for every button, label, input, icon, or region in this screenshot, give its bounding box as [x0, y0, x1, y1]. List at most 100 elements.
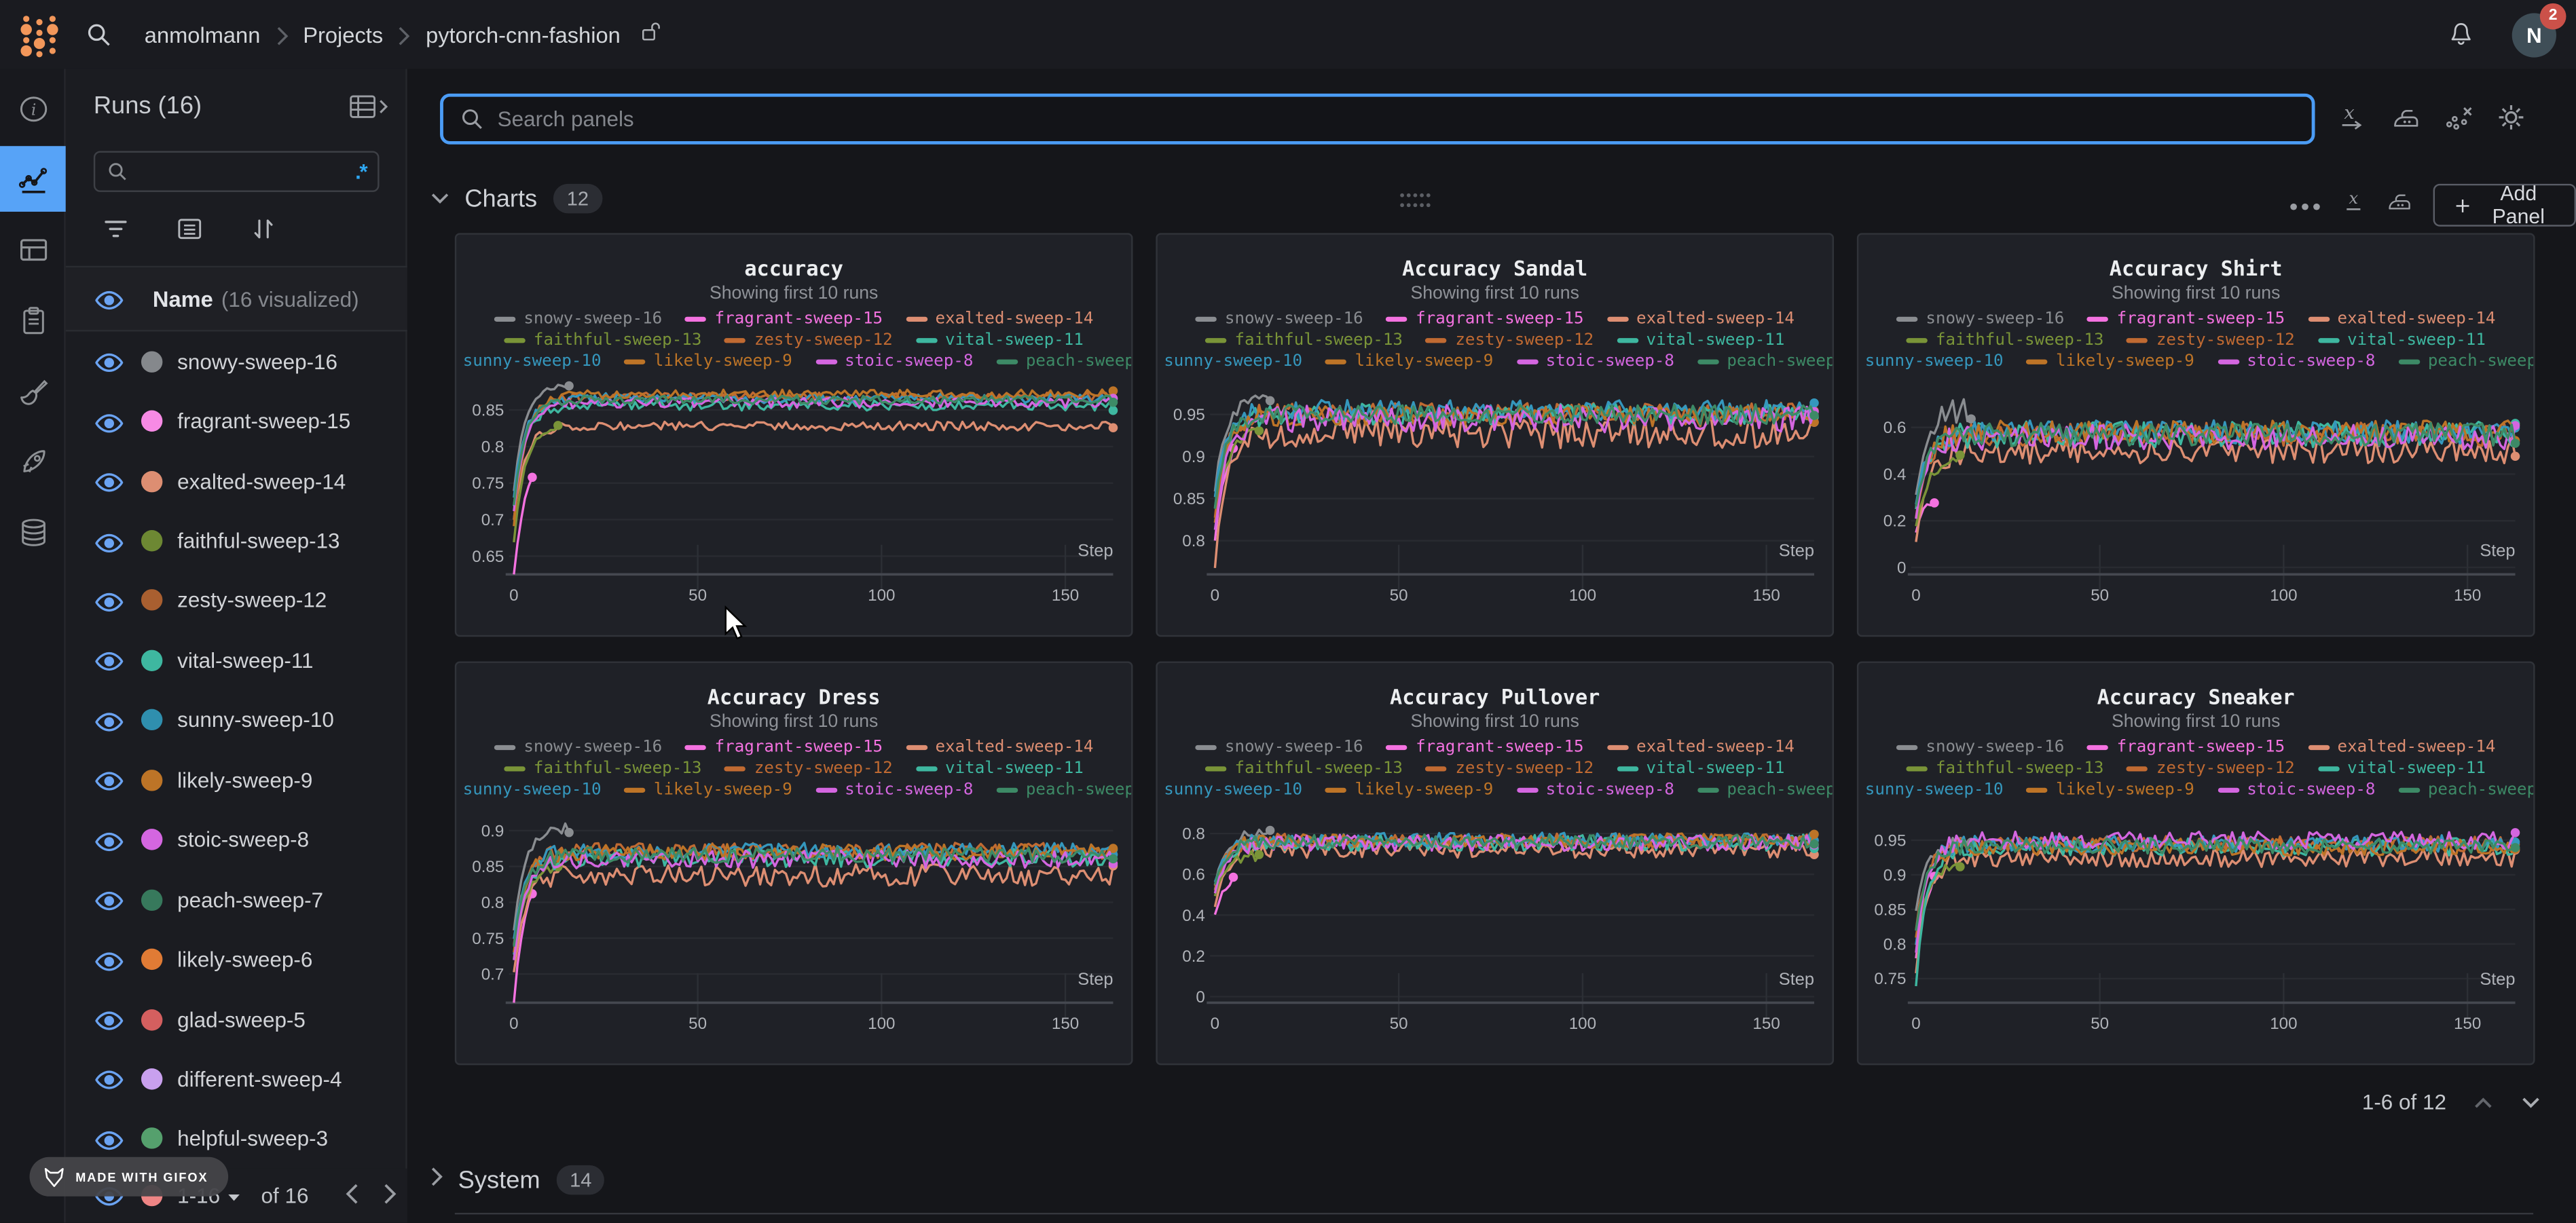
run-name[interactable]: glad-sweep-5	[177, 1007, 306, 1032]
rail-item-workspace[interactable]	[0, 146, 66, 212]
run-name[interactable]: exalted-sweep-14	[177, 469, 346, 493]
run-row[interactable]: vital-sweep-11	[66, 631, 407, 690]
breadcrumb-project[interactable]: pytorch-cnn-fashion	[426, 22, 621, 47]
page-down-icon[interactable]	[2520, 1090, 2541, 1114]
more-options-icon[interactable]	[2289, 190, 2321, 220]
charts-section-label[interactable]: Charts	[464, 185, 537, 212]
rail-item-launch[interactable]	[0, 428, 66, 494]
chart-legend: snowy-sweep-16fragrant-sweep-15exalted-s…	[1158, 737, 1833, 801]
run-name[interactable]: snowy-sweep-16	[177, 349, 337, 373]
chart-plot[interactable]: 0.650.70.750.80.85050100150Step	[456, 374, 1131, 620]
run-name[interactable]: stoic-sweep-8	[177, 827, 309, 852]
chart-plot[interactable]: 0.80.850.90.95050100150Step	[1158, 374, 1833, 620]
rail-item-reports[interactable]	[0, 287, 66, 353]
visibility-toggle-icon[interactable]	[95, 352, 123, 371]
runs-column-name[interactable]: Name	[153, 286, 213, 311]
chart-panel[interactable]: Accuracy SneakerShowing first 10 runssno…	[1857, 661, 2535, 1065]
chart-plot[interactable]: 0.70.750.80.850.9050100150Step	[456, 802, 1131, 1049]
chart-plot[interactable]: 00.20.40.60.8050100150Step	[1158, 802, 1833, 1049]
prev-page-icon[interactable]	[345, 1182, 360, 1209]
section-smoothing-icon[interactable]	[2385, 189, 2413, 221]
outliers-icon[interactable]	[2443, 102, 2474, 133]
run-row[interactable]: snowy-sweep-16	[66, 331, 407, 391]
sort-icon[interactable]	[250, 215, 278, 251]
run-row[interactable]: faithful-sweep-13	[66, 511, 407, 571]
regex-toggle[interactable]: .*	[355, 159, 366, 184]
notifications-bell-icon[interactable]	[2446, 20, 2476, 50]
visibility-toggle-icon[interactable]	[95, 590, 123, 610]
breadcrumb-projects[interactable]: Projects	[303, 22, 383, 47]
rail-item-overview[interactable]: i	[0, 75, 66, 141]
run-row[interactable]: likely-sweep-6	[66, 930, 407, 990]
filter-icon[interactable]	[102, 215, 130, 251]
run-row[interactable]: exalted-sweep-14	[66, 451, 407, 511]
run-row[interactable]: likely-sweep-9	[66, 750, 407, 810]
visibility-toggle-icon[interactable]	[95, 770, 123, 790]
run-name[interactable]: zesty-sweep-12	[177, 588, 327, 613]
run-name[interactable]: faithful-sweep-13	[177, 529, 339, 553]
run-name[interactable]: fragrant-sweep-15	[177, 409, 350, 433]
global-search-icon[interactable]	[86, 21, 112, 48]
run-row[interactable]: peach-sweep-7	[66, 869, 407, 929]
visibility-toggle-icon[interactable]	[95, 1069, 123, 1089]
svg-text:0: 0	[1911, 1015, 1920, 1033]
visibility-toggle-icon[interactable]	[95, 949, 123, 969]
chart-panel[interactable]: Accuracy SandalShowing first 10 runssnow…	[1156, 233, 1834, 637]
visibility-all-icon[interactable]	[95, 289, 123, 309]
section-x-axis-icon[interactable]: x	[2341, 189, 2366, 221]
run-color-dot	[141, 530, 162, 551]
run-name[interactable]: helpful-sweep-3	[177, 1127, 328, 1151]
visibility-toggle-icon[interactable]	[95, 411, 123, 431]
rail-item-sweeps[interactable]	[0, 358, 66, 424]
panel-search-input[interactable]	[498, 107, 2296, 131]
section-drag-handle-icon[interactable]	[1399, 189, 1431, 219]
runs-search-input[interactable]	[138, 160, 355, 183]
run-name[interactable]: likely-sweep-6	[177, 947, 312, 971]
run-row[interactable]: different-sweep-4	[66, 1049, 407, 1109]
visibility-toggle-icon[interactable]	[95, 711, 123, 730]
add-panel-button[interactable]: Add Panel	[2433, 184, 2576, 227]
legend-swatch-icon	[1195, 745, 1216, 750]
visibility-toggle-icon[interactable]	[95, 1129, 123, 1148]
run-name[interactable]: likely-sweep-9	[177, 768, 312, 792]
visibility-toggle-icon[interactable]	[95, 531, 123, 550]
expand-runs-table-icon[interactable]	[346, 92, 390, 130]
chart-plot[interactable]: 0.750.80.850.90.95050100150Step	[1858, 802, 2533, 1049]
system-section-label[interactable]: System	[458, 1166, 540, 1194]
chart-panel[interactable]: Accuracy PulloverShowing first 10 runssn…	[1156, 661, 1834, 1065]
visibility-toggle-icon[interactable]	[95, 471, 123, 491]
group-list-icon[interactable]	[176, 215, 204, 251]
legend-swatch-icon	[504, 766, 525, 772]
run-row[interactable]: stoic-sweep-8	[66, 810, 407, 869]
chart-plot[interactable]: 00.20.40.6050100150Step	[1858, 374, 2533, 620]
chevron-down-icon[interactable]	[227, 1183, 242, 1207]
smoothing-iron-icon[interactable]	[2391, 102, 2422, 133]
legend-swatch-icon	[2398, 787, 2419, 793]
breadcrumb-user[interactable]: anmolmann	[145, 22, 261, 47]
chart-panel[interactable]: accuracyShowing first 10 runssnowy-sweep…	[455, 233, 1133, 637]
run-row[interactable]: zesty-sweep-12	[66, 571, 407, 631]
visibility-toggle-icon[interactable]	[95, 1009, 123, 1029]
next-page-icon[interactable]	[382, 1182, 397, 1209]
visibility-toggle-icon[interactable]	[95, 830, 123, 850]
visibility-toggle-icon[interactable]	[95, 651, 123, 671]
run-name[interactable]: different-sweep-4	[177, 1067, 342, 1091]
run-name[interactable]: sunny-sweep-10	[177, 708, 334, 732]
wandb-logo-icon[interactable]	[16, 12, 62, 58]
settings-gear-icon[interactable]	[2496, 102, 2527, 133]
chevron-right-icon[interactable]	[430, 1165, 443, 1195]
run-name[interactable]: vital-sweep-11	[177, 648, 313, 673]
page-up-icon[interactable]	[2473, 1090, 2494, 1114]
rail-item-artifacts[interactable]	[0, 499, 66, 565]
chevron-down-icon[interactable]	[430, 184, 450, 214]
chart-panel[interactable]: Accuracy ShirtShowing first 10 runssnowy…	[1857, 233, 2535, 637]
run-row[interactable]: glad-sweep-5	[66, 990, 407, 1049]
legend-swatch-icon	[724, 766, 746, 772]
run-row[interactable]: fragrant-sweep-15	[66, 392, 407, 451]
chart-panel[interactable]: Accuracy DressShowing first 10 runssnowy…	[455, 661, 1133, 1065]
visibility-toggle-icon[interactable]	[95, 890, 123, 909]
run-row[interactable]: sunny-sweep-10	[66, 690, 407, 750]
rail-item-table[interactable]	[0, 217, 66, 282]
run-name[interactable]: peach-sweep-7	[177, 887, 323, 911]
x-axis-settings-icon[interactable]: x	[2338, 102, 2369, 133]
